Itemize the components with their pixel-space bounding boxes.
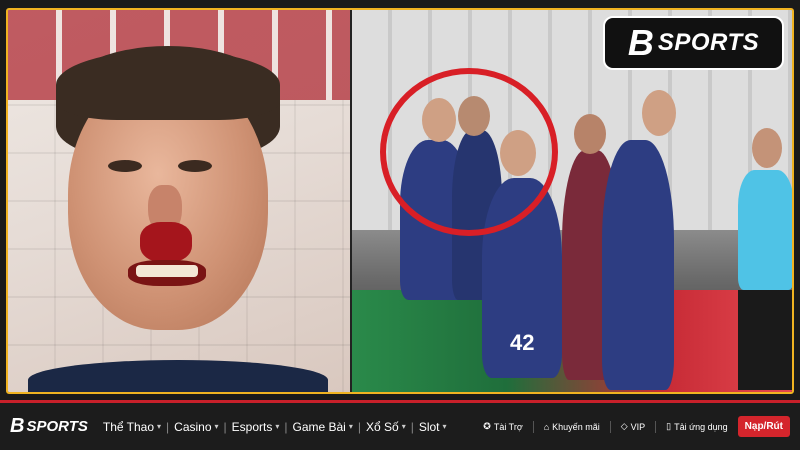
referee-head xyxy=(752,128,782,168)
opponent-head xyxy=(574,114,606,154)
player-shirt xyxy=(28,360,328,392)
player-right-head xyxy=(642,90,676,136)
sponsor-icon: ✪ xyxy=(483,421,491,431)
hero-image: 42 B SPORTS xyxy=(0,0,800,400)
referee-shorts xyxy=(738,290,792,390)
link-tai-tro[interactable]: ✪ Tài Trợ xyxy=(483,421,522,432)
nav-logo-text: SPORTS xyxy=(26,418,88,435)
nav-item-label: Game Bài xyxy=(292,419,346,434)
diamond-icon: ◇ xyxy=(620,421,628,431)
nav-menu: Thể Thao ▾ | Casino ▾ | Esports ▾ | Game… xyxy=(98,420,452,434)
nav-item-label: Thể Thao xyxy=(102,419,155,434)
nav-item-slot[interactable]: Slot ▾ xyxy=(414,420,452,434)
link-label: Tải ứng dụng xyxy=(674,421,728,432)
brand-logo-badge: B SPORTS xyxy=(603,16,784,70)
link-divider xyxy=(609,420,611,433)
chevron-down-icon: ▾ xyxy=(401,422,406,431)
highlight-circle xyxy=(380,68,558,236)
nav-item-game-bai[interactable]: Game Bài ▾ xyxy=(287,420,357,434)
left-eye xyxy=(108,160,142,172)
right-eye xyxy=(178,160,212,172)
chevron-down-icon: ▾ xyxy=(214,422,219,431)
tag-icon: ⌂ xyxy=(543,421,550,432)
player-right xyxy=(602,140,674,390)
chevron-down-icon: ▾ xyxy=(442,422,447,431)
deposit-withdraw-button[interactable]: Nạp/Rút xyxy=(737,416,790,437)
nav-logo[interactable]: B SPORTS xyxy=(10,415,88,438)
main-navbar: B SPORTS Thể Thao ▾ | Casino ▾ | Esports… xyxy=(0,400,800,450)
brand-mark: B xyxy=(627,22,654,63)
link-vip[interactable]: ◇ VIP xyxy=(621,421,645,432)
injured-player-photo xyxy=(8,10,350,392)
link-tai-ung-dung[interactable]: ▯ Tải ứng dụng xyxy=(666,421,728,432)
nav-item-label: Slot xyxy=(418,419,440,434)
link-divider xyxy=(655,420,657,433)
nav-item-xo-so[interactable]: Xổ Số ▾ xyxy=(361,420,411,434)
phone-icon: ▯ xyxy=(666,421,672,431)
nav-logo-mark: B xyxy=(10,415,24,437)
nav-item-casino[interactable]: Casino ▾ xyxy=(169,420,223,434)
nav-item-label: Esports xyxy=(231,419,273,434)
chevron-down-icon: ▾ xyxy=(275,422,280,431)
player-fringe xyxy=(56,50,280,120)
nav-item-label: Casino xyxy=(174,419,212,434)
link-label: VIP xyxy=(630,421,646,432)
nav-item-label: Xổ Số xyxy=(365,419,399,434)
nav-right-links: ✪ Tài Trợ ⌂ Khuyến mãi ◇ VIP ▯ Tải ứng d… xyxy=(483,416,790,437)
chevron-down-icon: ▾ xyxy=(348,422,353,431)
link-label: Tài Trợ xyxy=(493,421,523,432)
link-label: Khuyến mãi xyxy=(552,421,600,432)
brand-text: SPORTS xyxy=(657,29,760,56)
nav-item-esports[interactable]: Esports ▾ xyxy=(227,420,285,434)
referee xyxy=(738,170,792,290)
chevron-down-icon: ▾ xyxy=(157,422,162,431)
link-divider xyxy=(532,420,534,433)
player-teeth xyxy=(136,265,198,277)
link-khuyen-mai[interactable]: ⌂ Khuyến mãi xyxy=(544,422,600,432)
nav-item-the-thao[interactable]: Thể Thao ▾ xyxy=(98,420,166,434)
bloody-nose xyxy=(140,222,192,262)
jersey-number: 42 xyxy=(510,330,535,355)
